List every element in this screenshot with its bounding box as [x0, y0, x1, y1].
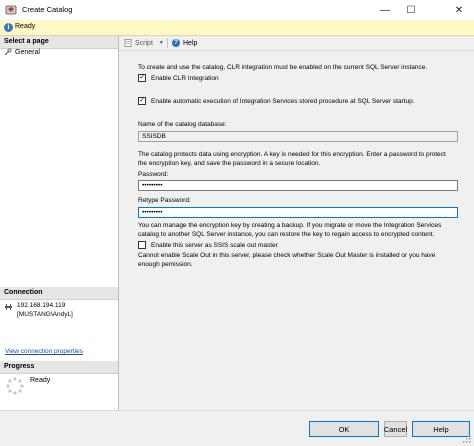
- connection-user: [MUSTANG\AndyL]: [17, 311, 73, 318]
- button-row-separator: [0, 410, 474, 411]
- connection-header: Connection: [0, 287, 118, 300]
- retype-password-label: Retype Password:: [138, 197, 191, 204]
- page-item-label: General: [15, 48, 40, 56]
- status-text: Ready: [15, 23, 36, 30]
- catalog-name-field[interactable]: SSISDB: [138, 131, 458, 142]
- enable-clr-label: Enable CLR Integration: [151, 74, 219, 82]
- encryption-note-line-1: The catalog protects data using encrypti…: [138, 151, 446, 158]
- minimize-button[interactable]: —: [372, 0, 398, 20]
- auto-exec-label: Enable automatic execution of Integratio…: [151, 97, 415, 105]
- toolbar-separator: [167, 38, 168, 48]
- backup-note-line-1: You can manage the encryption key by cre…: [138, 222, 442, 229]
- help-label: Help: [183, 39, 198, 47]
- enable-clr-row: ✓ Enable CLR Integration: [138, 74, 219, 82]
- connection-icon: [4, 303, 13, 314]
- encryption-note-line-2: the encryption key, and save the passwor…: [138, 160, 321, 167]
- backup-note-line-2: catalog to another SQL Server instance, …: [138, 231, 435, 238]
- scale-out-checkbox[interactable]: [138, 241, 146, 249]
- progress-status: Ready: [30, 377, 51, 384]
- window-title: Create Catalog: [22, 5, 73, 14]
- page-item-general[interactable]: General: [4, 48, 40, 56]
- enable-clr-checkbox[interactable]: ✓: [138, 74, 146, 82]
- auto-exec-checkbox[interactable]: ✓: [138, 97, 146, 105]
- maximize-button[interactable]: ☐: [398, 0, 424, 20]
- view-connection-properties-link[interactable]: View connection properties: [5, 348, 83, 355]
- ok-button[interactable]: OK: [309, 421, 379, 437]
- close-button[interactable]: ✕: [446, 0, 472, 20]
- retype-password-field[interactable]: •••••••••: [138, 207, 458, 218]
- script-icon: [124, 39, 132, 47]
- progress-header: Progress: [0, 361, 118, 374]
- connection-server: 192.168.194.119: [17, 302, 66, 309]
- scale-out-note-line-1: Cannot enable Scale Out in this server, …: [138, 252, 436, 259]
- progress-spinner-icon: [6, 377, 24, 397]
- clr-note: To create and use the catalog, CLR integ…: [138, 64, 428, 71]
- catalog-name-label: Name of the catalog database:: [138, 121, 227, 128]
- scale-out-note-line-2: enough pemission.: [138, 261, 193, 268]
- status-bar: i Ready: [0, 20, 474, 36]
- help-toolbar-button[interactable]: ? Help: [172, 39, 197, 47]
- auto-exec-row: ✓ Enable automatic execution of Integrat…: [138, 97, 415, 105]
- title-bar: Create Catalog — ☐ ✕: [0, 0, 474, 21]
- scale-out-row: Enable this server as SSIS scale out mas…: [138, 241, 278, 249]
- password-field[interactable]: •••••••••: [138, 180, 458, 191]
- script-label: Script: [135, 39, 153, 47]
- page-wrench-icon: [4, 48, 12, 56]
- help-icon: ?: [172, 39, 180, 47]
- info-icon: i: [4, 23, 13, 32]
- scale-out-label: Enable this server as SSIS scale out mas…: [151, 241, 278, 249]
- sql-server-app-icon: [5, 4, 17, 16]
- dropdown-arrow-icon[interactable]: ▼: [159, 40, 164, 46]
- cancel-button[interactable]: Cancel: [384, 421, 407, 437]
- resize-grip-icon[interactable]: [462, 434, 472, 444]
- password-label: Password:: [138, 171, 169, 178]
- script-button[interactable]: Script ▼: [124, 39, 164, 47]
